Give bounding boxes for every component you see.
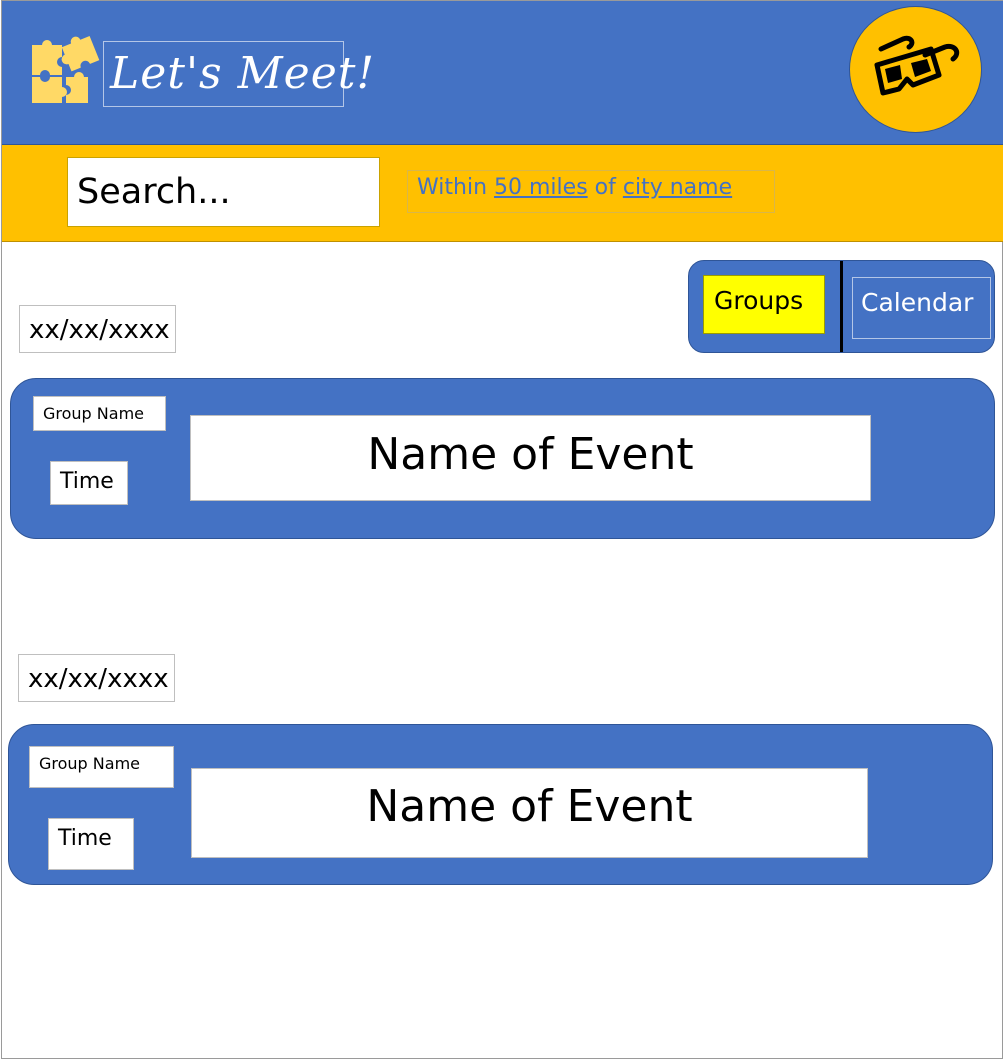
- tab-calendar[interactable]: Calendar: [852, 277, 991, 339]
- search-bar: Within 50 miles of city name: [2, 145, 1003, 242]
- app-header: Let's Meet!: [2, 1, 1003, 145]
- 3d-glasses-icon: [874, 35, 960, 96]
- event-name: Name of Event: [191, 768, 868, 858]
- toggle-divider: [840, 261, 843, 352]
- puzzle-icon: [32, 36, 100, 103]
- event-date: xx/xx/xxxx: [19, 305, 176, 353]
- app-title-box: Let's Meet!: [103, 41, 374, 107]
- user-avatar[interactable]: [849, 6, 982, 133]
- radius-prefix: Within: [417, 175, 488, 200]
- city-link[interactable]: city name: [623, 175, 732, 200]
- event-time: Time: [48, 818, 134, 870]
- event-card[interactable]: Group Name Time Name of Event: [8, 724, 993, 885]
- radius-mid: of: [594, 175, 616, 200]
- event-name: Name of Event: [190, 415, 871, 501]
- radius-link[interactable]: 50 miles: [494, 175, 588, 200]
- event-group-name: Group Name: [33, 396, 166, 431]
- event-date: xx/xx/xxxx: [18, 654, 175, 702]
- event-card[interactable]: Group Name Time Name of Event: [10, 378, 995, 539]
- event-group-name: Group Name: [29, 746, 174, 788]
- event-time: Time: [50, 461, 128, 505]
- location-filter: Within 50 miles of city name: [407, 170, 775, 213]
- view-toggle: Groups Calendar: [688, 260, 995, 353]
- tab-groups[interactable]: Groups: [703, 275, 825, 334]
- search-input[interactable]: [67, 157, 380, 227]
- app-title: Let's Meet!: [110, 48, 376, 99]
